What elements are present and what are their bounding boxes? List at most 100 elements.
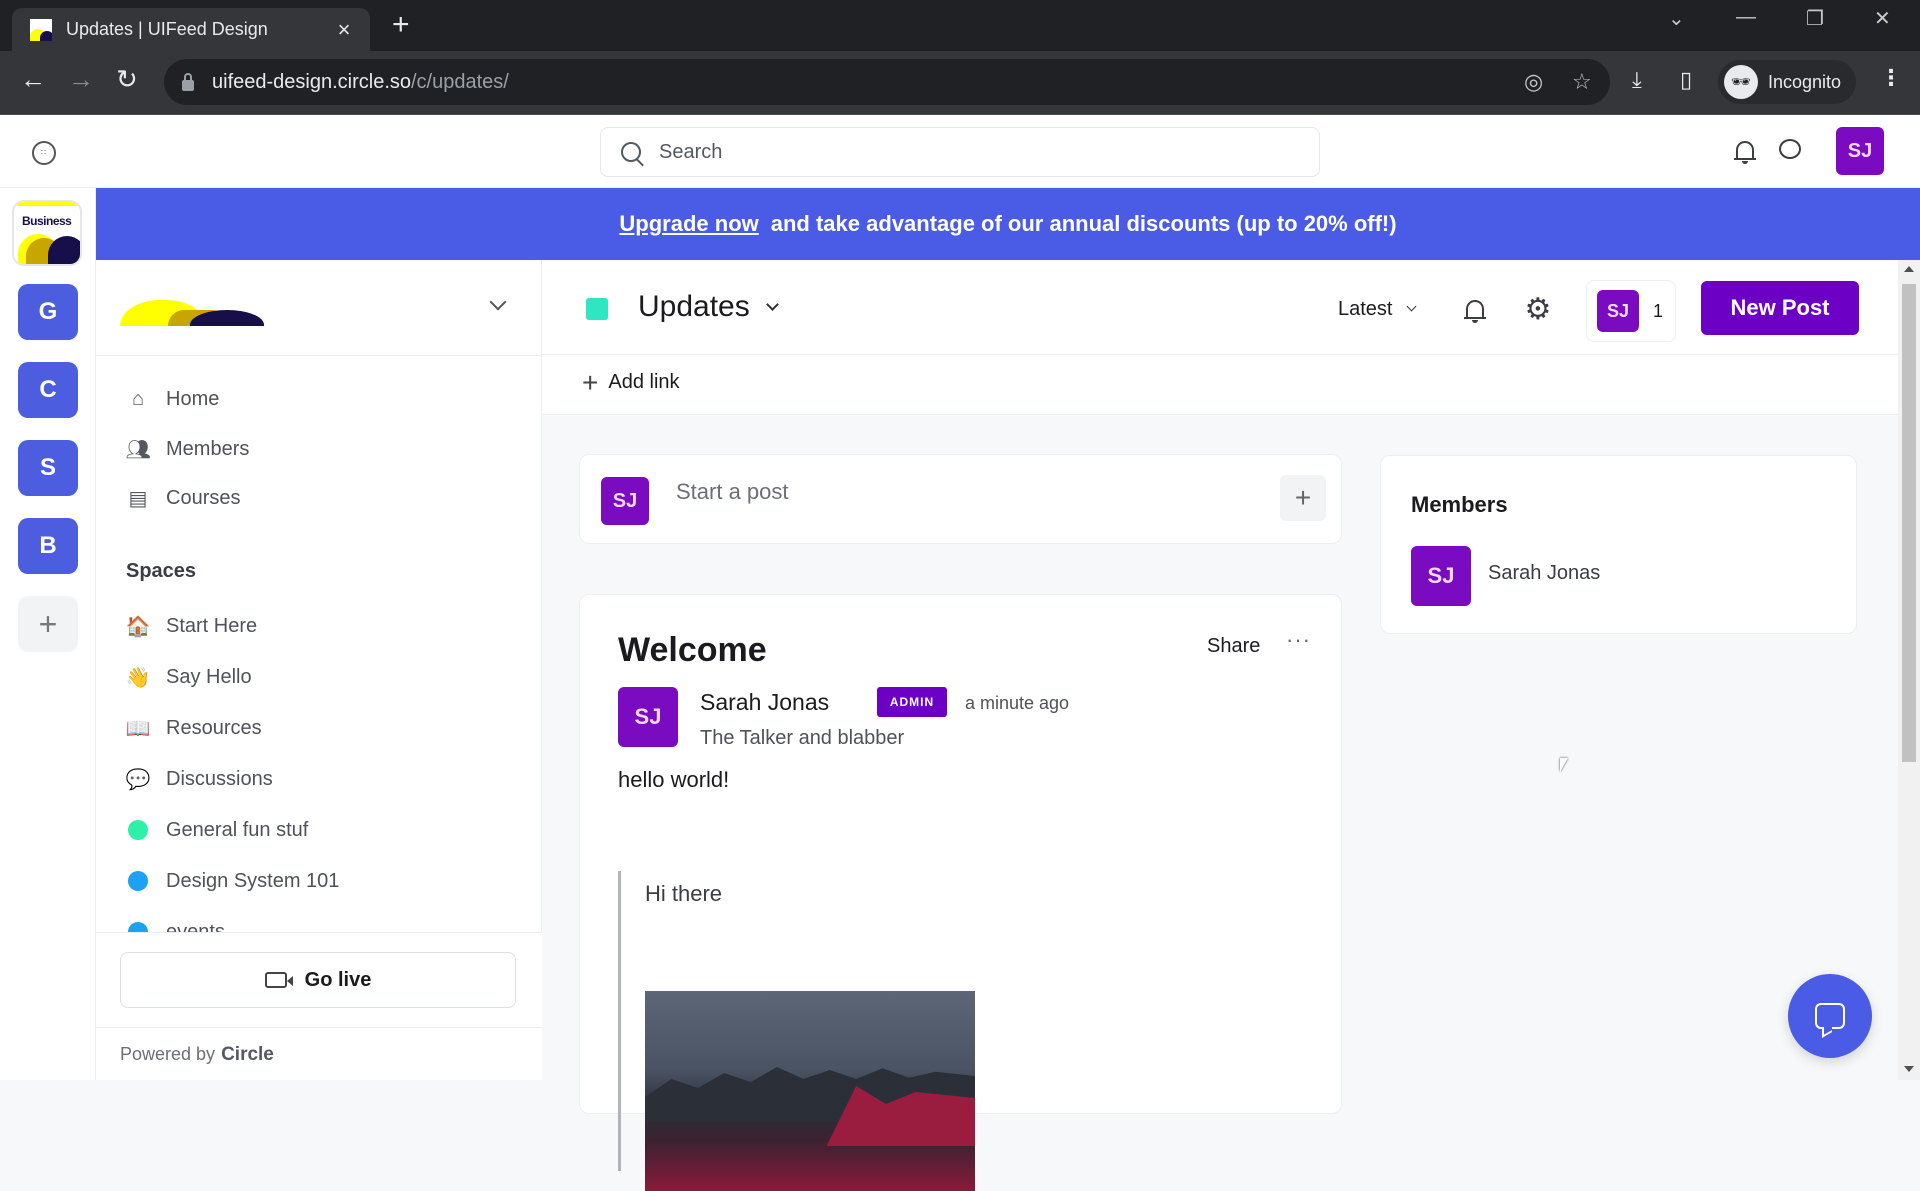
sidebar-item-label: Discussions (166, 767, 273, 790)
sidebar-item-label: General fun stuf (166, 818, 309, 841)
post-title[interactable]: Welcome (618, 631, 767, 670)
sidebar-item-label: Courses (166, 486, 241, 509)
search-bar[interactable] (600, 127, 1320, 177)
star-icon[interactable]: ☆ (1572, 69, 1592, 95)
community-c[interactable]: C (18, 362, 78, 418)
space-header: Updates Latest ⚙ SJ 1 New Post (542, 260, 1898, 355)
sidebar-item-home[interactable]: ⌂ Home (126, 379, 516, 419)
page-scrollbar[interactable] (1898, 260, 1920, 1080)
url-path: /c/updates/ (411, 70, 509, 93)
space-notifications-bell-icon[interactable] (1464, 298, 1486, 323)
new-post-button[interactable]: New Post (1701, 281, 1859, 335)
window-close-icon[interactable]: ✕ (1874, 6, 1891, 31)
community-switcher-icon[interactable]: ∷ (32, 141, 56, 165)
circle-link[interactable]: Circle (221, 1044, 274, 1066)
sort-dropdown[interactable]: Latest (1338, 298, 1417, 321)
links-bar: + Add link (542, 355, 1898, 415)
book-icon: 📖 (125, 717, 151, 740)
chat-launcher-button[interactable] (1788, 974, 1872, 1058)
community-logo[interactable] (120, 298, 264, 326)
lock-icon (182, 72, 194, 91)
speech-bubble-icon: 💬 (125, 768, 151, 791)
go-live-button[interactable]: Go live (120, 952, 516, 1008)
courses-icon: ▤ (128, 487, 148, 510)
home-icon: ⌂ (131, 387, 145, 410)
sidebar-item-members[interactable]: 👥︎ Members (125, 429, 516, 469)
sidebar-item-discussions[interactable]: 💬 Discussions (126, 759, 516, 799)
post-card: Welcome Share ··· SJ Sarah Jonas ADMIN a… (579, 594, 1342, 1191)
chevron-down-icon (1407, 301, 1417, 312)
restore-icon[interactable]: ❐ (1806, 6, 1824, 31)
business-label: Business (22, 214, 72, 228)
tab-search-icon[interactable]: ⌄ (1668, 6, 1685, 31)
user-avatar[interactable]: SJ (1836, 127, 1884, 175)
upgrade-now-link[interactable]: Upgrade now (619, 211, 758, 237)
search-icon (621, 142, 641, 162)
post-timestamp[interactable]: a minute ago (965, 693, 1069, 714)
post-body: hello world! (618, 767, 730, 792)
main-content: Updates Latest ⚙ SJ 1 New Post + Add lin… (542, 260, 1898, 1191)
member-count: 1 (1653, 300, 1664, 321)
back-arrow-icon[interactable]: ← (20, 65, 46, 93)
community-b[interactable]: B (18, 518, 78, 574)
member-avatar: SJ (1597, 290, 1639, 332)
side-panel-icon[interactable]: ▯ (1680, 67, 1692, 93)
share-button[interactable]: Share (1207, 635, 1260, 658)
forward-arrow-icon[interactable]: → (68, 65, 94, 93)
url-host: uifeed-design.circle.so (212, 70, 411, 93)
author-headline: The Talker and blabber (700, 727, 905, 749)
sidebar-item-start-here[interactable]: 🏠 Start Here (126, 606, 516, 646)
sidebar-item-say-hello[interactable]: 👋 Say Hello (126, 657, 516, 697)
community-s[interactable]: S (18, 440, 78, 496)
gear-icon[interactable]: ⚙ (1524, 295, 1552, 325)
add-link-label: Add link (608, 371, 680, 393)
app-header: ∷ SJ (0, 115, 1920, 188)
community-rail: Business G C S B + (0, 188, 96, 1080)
mountain-image[interactable] (645, 991, 975, 1191)
sidebar: ⌂ Home 👥︎ Members ▤ Courses Spaces 🏠 Sta… (96, 260, 542, 1080)
scroll-down-arrow-icon[interactable] (1904, 1066, 1914, 1072)
community-business[interactable]: Business (12, 200, 82, 266)
new-tab-button[interactable]: + (392, 10, 410, 40)
chat-icon[interactable] (1779, 139, 1801, 159)
space-title-dropdown[interactable]: Updates (638, 290, 779, 324)
member-avatar[interactable]: SJ (1411, 546, 1471, 606)
browser-tab[interactable]: Updates | UIFeed Design × (12, 8, 370, 51)
sidebar-item-label: Start Here (166, 614, 258, 637)
community-g[interactable]: G (18, 284, 78, 340)
sidebar-footer: Go live Powered by Circle (96, 932, 542, 1080)
post-composer: SJ + (579, 454, 1342, 544)
space-members-button[interactable]: SJ 1 (1586, 280, 1676, 342)
sidebar-item-resources[interactable]: 📖 Resources (126, 708, 516, 748)
member-name[interactable]: Sarah Jonas (1488, 562, 1600, 585)
sidebar-item-general-fun-stuf[interactable]: General fun stuf (126, 810, 516, 850)
quote-text: Hi there (645, 881, 723, 906)
video-camera-icon (264, 972, 293, 988)
sidebar-item-design-system-101[interactable]: Design System 101 (126, 861, 516, 901)
composer-add-button[interactable]: + (1280, 475, 1326, 521)
author-avatar[interactable]: SJ (618, 687, 678, 747)
scroll-up-arrow-icon[interactable] (1904, 266, 1914, 272)
sidebar-item-label: Design System 101 (166, 869, 340, 892)
eye-off-icon[interactable]: ◎ (1524, 69, 1543, 95)
start-post-input[interactable] (676, 479, 1216, 505)
more-options-icon[interactable]: ··· (1286, 627, 1311, 653)
author-name[interactable]: Sarah Jonas (700, 689, 829, 716)
powered-by: Powered by Circle (96, 1027, 542, 1081)
notifications-bell-icon[interactable] (1734, 139, 1756, 164)
incognito-profile[interactable]: 🕶 Incognito (1718, 60, 1856, 104)
scrollbar-thumb[interactable] (1902, 284, 1916, 762)
kebab-menu-icon[interactable]: ⋮ (1880, 65, 1902, 91)
browser-tab-bar: Updates | UIFeed Design × + ⌄ — ❐ ✕ (0, 0, 1920, 51)
address-bar[interactable]: uifeed-design.circle.so/c/updates/ ◎ ☆ (164, 59, 1610, 105)
go-live-label: Go live (304, 968, 372, 991)
close-tab-icon[interactable]: × (332, 17, 356, 43)
add-link-button[interactable]: + Add link (582, 368, 680, 396)
chevron-down-icon[interactable] (489, 293, 507, 311)
add-community-button[interactable]: + (18, 596, 78, 652)
sidebar-item-courses[interactable]: ▤ Courses (126, 478, 516, 518)
search-input[interactable] (659, 140, 1259, 164)
minimize-icon[interactable]: — (1736, 6, 1756, 29)
download-icon[interactable]: ⤓ (1632, 67, 1642, 93)
reload-icon[interactable]: ↻ (116, 65, 138, 93)
